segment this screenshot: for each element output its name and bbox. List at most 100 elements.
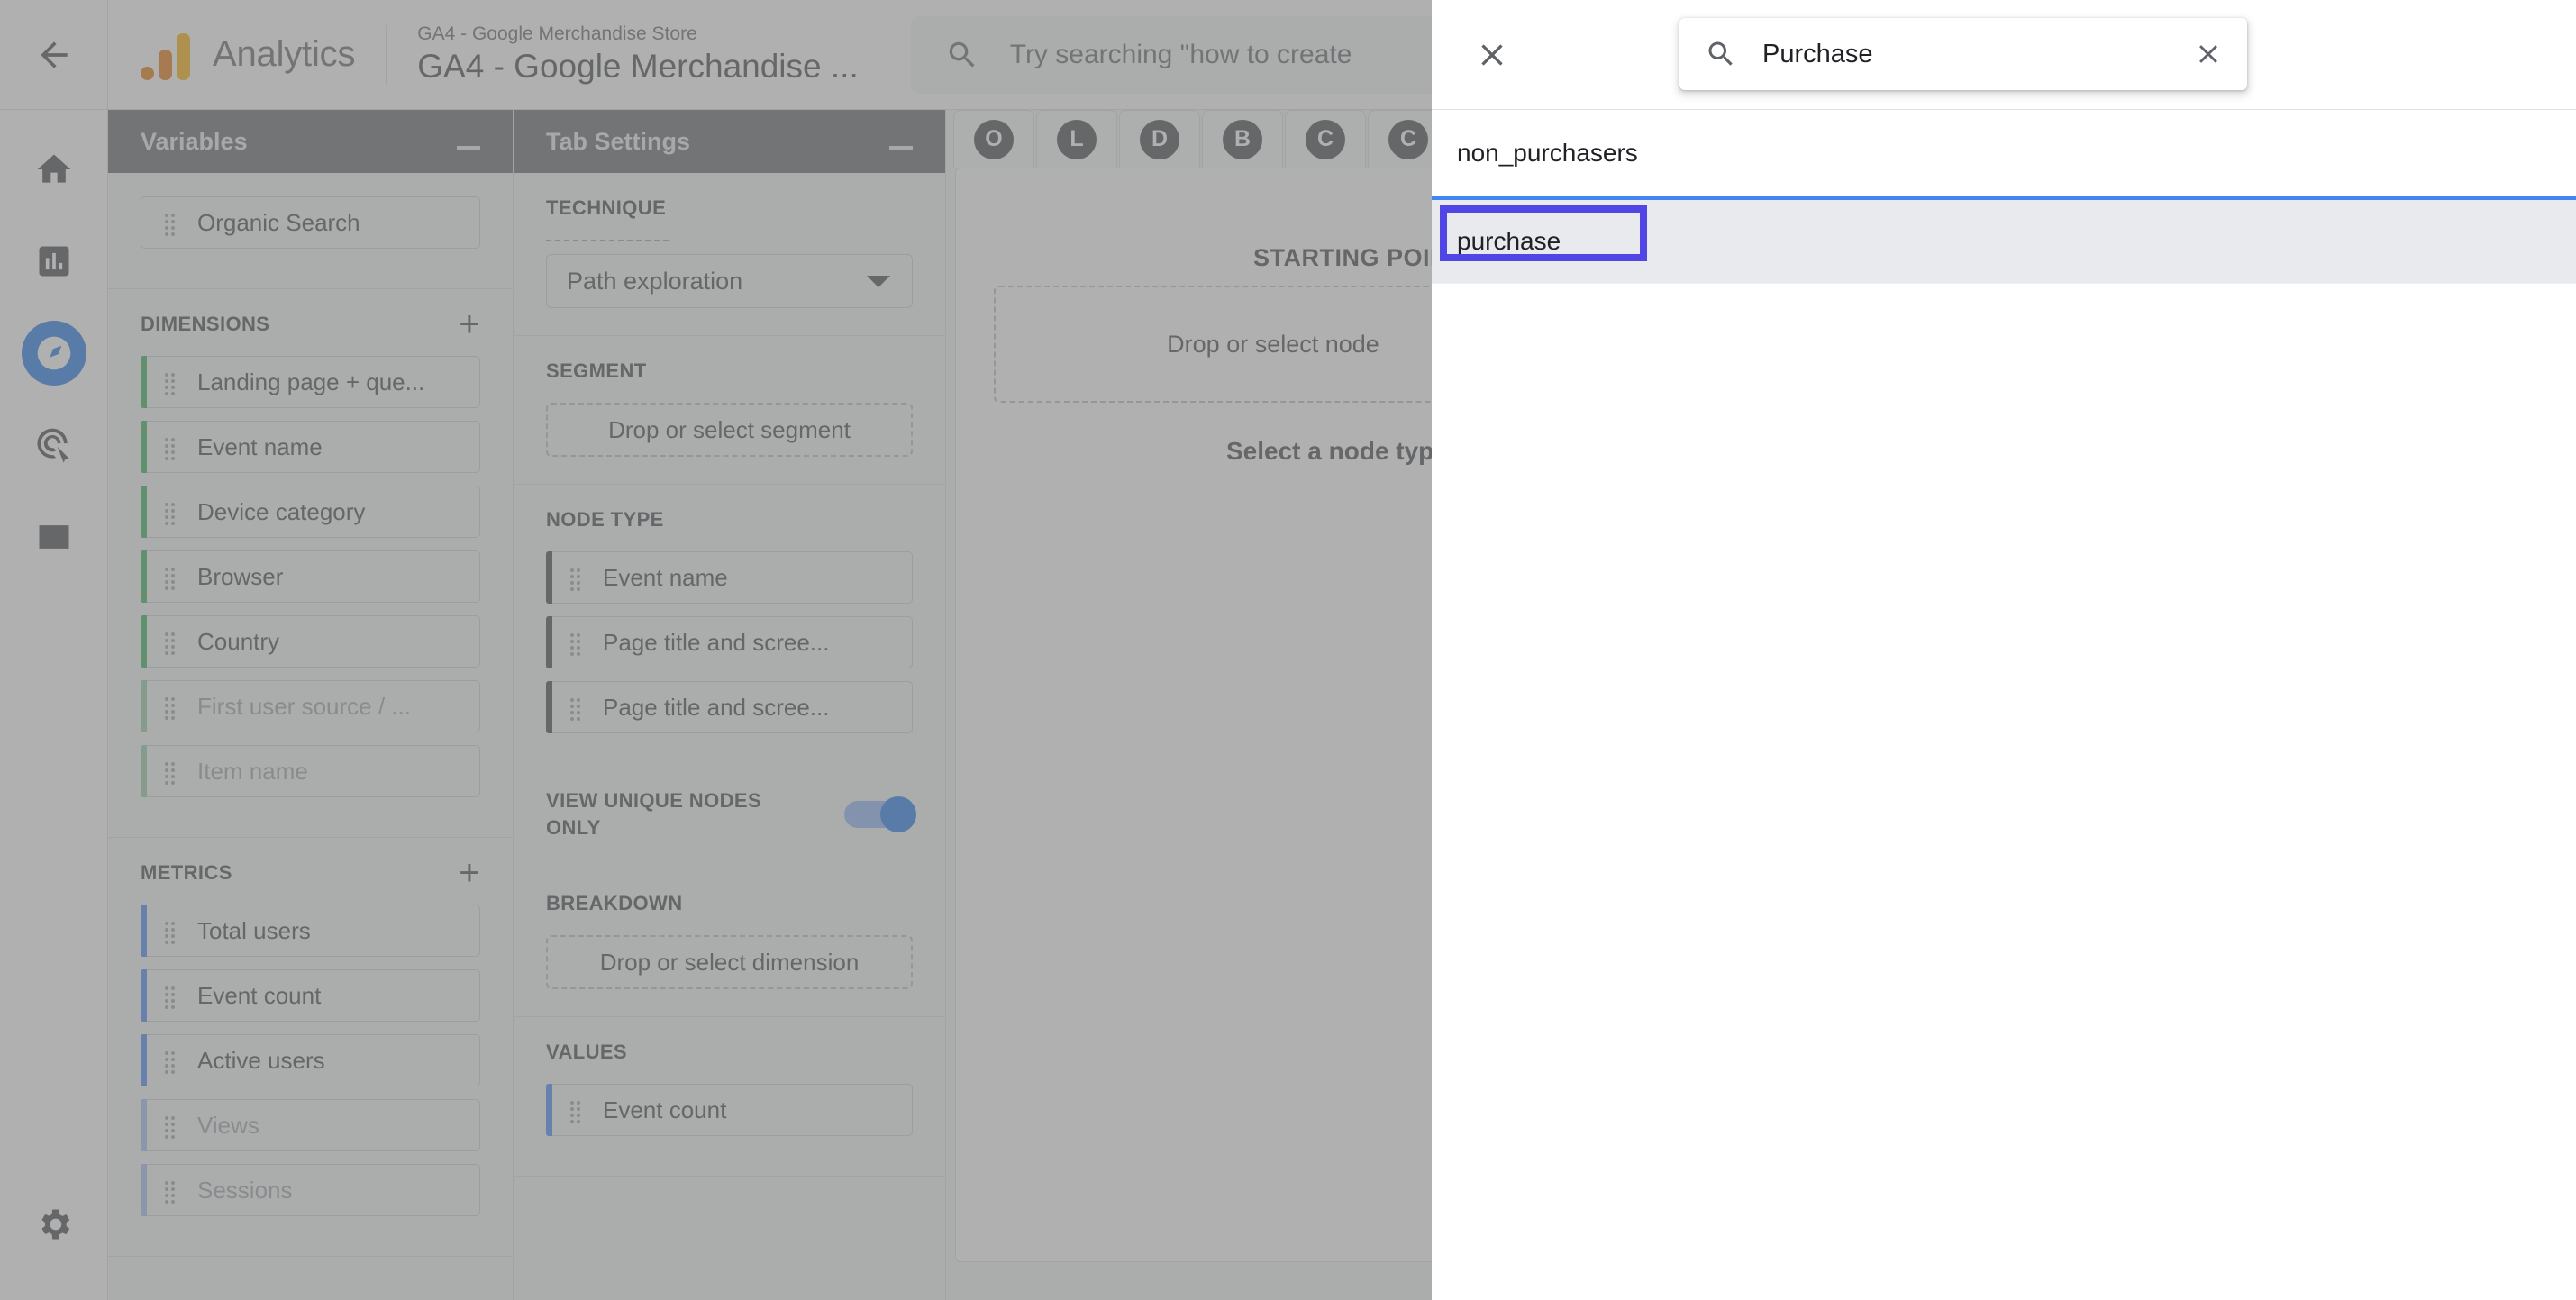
list-item[interactable]: purchase xyxy=(1432,196,2576,283)
metric-chip[interactable]: Total users xyxy=(141,905,480,957)
value-chip[interactable]: Event count xyxy=(546,1084,913,1137)
back-button[interactable] xyxy=(0,0,108,110)
starting-point-placeholder: Drop or select node xyxy=(1167,330,1379,358)
metric-chip[interactable]: Event count xyxy=(141,969,480,1022)
view-unique-nodes-toggle[interactable] xyxy=(844,795,916,832)
node-picker-overlay: Purchase non_purchasers purchase xyxy=(1432,0,2576,1300)
technique-select[interactable]: Path exploration xyxy=(546,254,913,308)
metric-chip[interactable]: Active users xyxy=(141,1034,480,1086)
drag-handle-icon[interactable] xyxy=(570,1098,583,1124)
drag-handle-icon[interactable] xyxy=(165,695,177,720)
tab-avatar: C xyxy=(1306,119,1345,159)
dimension-accent xyxy=(141,615,147,668)
exploration-tab[interactable]: D xyxy=(1119,110,1200,168)
tab-avatar: O xyxy=(974,119,1014,159)
minimize-icon[interactable] xyxy=(889,146,913,150)
close-button[interactable] xyxy=(1453,0,1531,110)
value-accent xyxy=(546,1084,552,1137)
metric-accent xyxy=(141,1099,147,1151)
exploration-tab[interactable]: L xyxy=(1036,110,1117,168)
variables-panel-body: Organic Search DIMENSIONS + Landing page… xyxy=(108,173,513,1300)
clear-icon[interactable] xyxy=(2193,39,2224,69)
drag-handle-icon[interactable] xyxy=(570,631,583,656)
minimize-icon[interactable] xyxy=(457,146,480,150)
dimension-label: Country xyxy=(197,627,280,655)
property-account-name: GA4 - Google Merchandise Store xyxy=(417,23,697,44)
dimension-label: Event name xyxy=(197,432,323,460)
node-search-input[interactable]: Purchase xyxy=(1679,18,2247,90)
sidebar-item-reports[interactable] xyxy=(22,229,86,294)
metric-label: Views xyxy=(197,1111,259,1139)
drag-handle-icon[interactable] xyxy=(165,500,177,525)
exploration-tab[interactable]: O xyxy=(953,110,1034,168)
dimensions-header: DIMENSIONS + xyxy=(141,306,480,342)
dimension-accent xyxy=(141,680,147,732)
metric-accent xyxy=(141,1164,147,1216)
exploration-name-chip[interactable]: Organic Search xyxy=(141,196,480,249)
chevron-down-icon xyxy=(867,275,890,287)
drag-handle-icon[interactable] xyxy=(165,370,177,395)
dimension-accent xyxy=(141,745,147,797)
dimension-accent xyxy=(141,550,147,603)
close-icon xyxy=(1481,44,1503,66)
sidebar-item-explore[interactable] xyxy=(21,321,86,386)
node-type-item-label: Page title and scree... xyxy=(603,628,830,656)
metric-accent xyxy=(141,1034,147,1086)
sidebar-item-settings[interactable] xyxy=(22,1192,86,1257)
dimension-chip[interactable]: Country xyxy=(141,615,480,668)
drag-handle-icon[interactable] xyxy=(165,565,177,590)
property-selector[interactable]: GA4 - Google Merchandise Store GA4 - Goo… xyxy=(417,22,858,88)
target-cursor-icon xyxy=(36,428,68,463)
technique-label: TECHNIQUE xyxy=(546,196,667,219)
brand-name: Analytics xyxy=(213,34,356,74)
drag-handle-icon[interactable] xyxy=(165,1049,177,1074)
drag-handle-icon[interactable] xyxy=(570,695,583,721)
metric-chip[interactable]: Sessions xyxy=(141,1164,480,1216)
sidebar-item-advertising[interactable] xyxy=(22,413,86,477)
dimensions-label: DIMENSIONS xyxy=(141,313,270,335)
node-type-item-label: Page title and scree... xyxy=(603,693,830,721)
metric-label: Total users xyxy=(197,916,311,944)
drag-handle-icon[interactable] xyxy=(165,1114,177,1139)
breakdown-dropzone[interactable]: Drop or select dimension xyxy=(546,935,913,990)
node-type-chip[interactable]: Page title and scree... xyxy=(546,616,913,668)
exploration-tab[interactable]: B xyxy=(1202,110,1283,168)
dimension-chip[interactable]: First user source / ... xyxy=(141,680,480,732)
drag-handle-icon[interactable] xyxy=(165,1178,177,1204)
dimension-chip[interactable]: Landing page + que... xyxy=(141,356,480,408)
sidebar-item-configure[interactable] xyxy=(22,505,86,569)
drag-handle-icon[interactable] xyxy=(570,566,583,591)
drag-handle-icon[interactable] xyxy=(165,630,177,655)
drag-handle-icon[interactable] xyxy=(165,211,177,236)
add-metric-button[interactable]: + xyxy=(459,855,480,891)
drag-handle-icon[interactable] xyxy=(165,984,177,1009)
sidebar-item-home[interactable] xyxy=(22,137,86,202)
drag-handle-icon[interactable] xyxy=(165,759,177,785)
tab-avatar: B xyxy=(1223,119,1262,159)
dimension-chip[interactable]: Device category xyxy=(141,486,480,538)
drag-handle-icon[interactable] xyxy=(165,435,177,460)
segment-dropzone[interactable]: Drop or select segment xyxy=(546,403,913,457)
node-type-chip[interactable]: Page title and scree... xyxy=(546,681,913,733)
segment-section: SEGMENT Drop or select segment xyxy=(514,336,945,485)
exploration-tab[interactable]: C xyxy=(1285,110,1366,168)
node-type-accent xyxy=(546,551,552,604)
arrow-left-icon xyxy=(40,41,68,68)
add-dimension-button[interactable]: + xyxy=(459,306,480,342)
variables-panel-header: Variables xyxy=(108,110,513,173)
dimension-label: First user source / ... xyxy=(197,692,411,720)
dimension-chip[interactable]: Browser xyxy=(141,550,480,603)
dimension-chip[interactable]: Item name xyxy=(141,745,480,797)
analytics-logo-icon xyxy=(141,30,190,80)
node-type-chip[interactable]: Event name xyxy=(546,551,913,604)
brand-block: Analytics xyxy=(108,30,355,80)
drag-handle-icon[interactable] xyxy=(165,919,177,944)
exploration-name-label: Organic Search xyxy=(197,208,360,236)
metric-chip[interactable]: Views xyxy=(141,1099,480,1151)
list-item[interactable]: non_purchasers xyxy=(1432,110,2576,196)
tab-avatar: D xyxy=(1140,119,1179,159)
dimension-chip[interactable]: Event name xyxy=(141,421,480,473)
view-unique-nodes-row: VIEW UNIQUE NODES ONLY xyxy=(546,787,916,841)
dimension-label: Item name xyxy=(197,757,308,785)
dimension-accent xyxy=(141,356,147,408)
